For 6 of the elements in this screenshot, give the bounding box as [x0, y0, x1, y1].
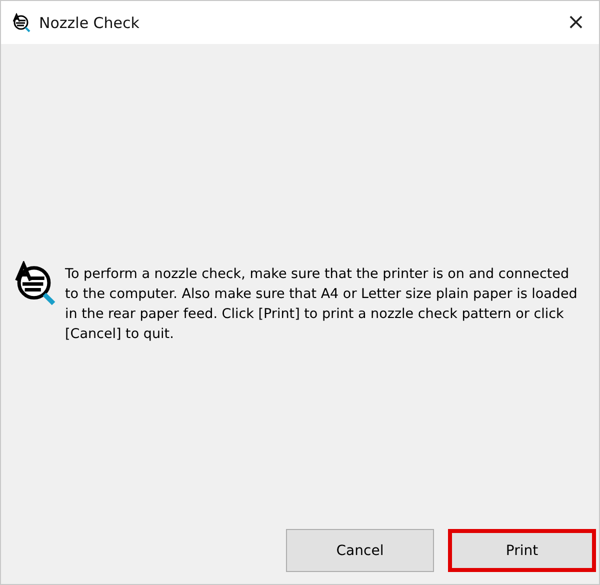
window-title: Nozzle Check [39, 14, 140, 32]
magnifier-icon [11, 12, 31, 32]
dialog-button[interactable]: Cancel [286, 529, 434, 572]
close-button[interactable]: × [553, 1, 599, 44]
message-text: To perform a nozzle check, make sure that the printer is on and connected to the computer. Also make sure that A4 or Letter size plain paper is loaded in the rear paper feed. Click [Print] to print a nozzle check pattern or click [Cancel] to quit. [65, 265, 578, 344]
dialog-button[interactable]: Print [448, 529, 596, 572]
